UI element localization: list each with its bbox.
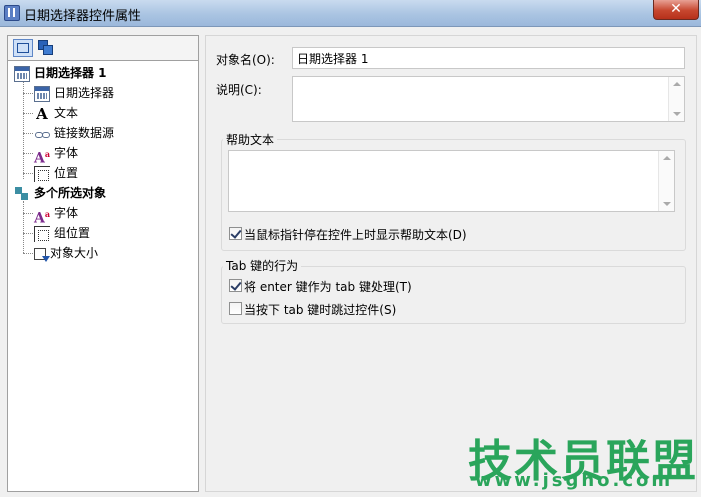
scroll-down-icon[interactable] [673,112,681,116]
tree-toolbar [8,36,198,61]
tree-item-multi-select[interactable]: 多个所选对象 [14,183,106,203]
multi-select-icon [14,186,30,202]
help-group-title: 帮助文本 [223,131,278,148]
description-label: 说明(C): [216,83,262,97]
tree-connector [23,133,33,134]
title-bar: 日期选择器控件属性 ✕ [0,0,701,27]
tree-item-label: 字体 [54,206,79,220]
tree-connector [23,173,33,174]
tree-item-label: 日期选择器 [54,86,115,100]
scroll-down-icon[interactable] [663,202,671,206]
description-textarea[interactable] [292,76,685,122]
object-name-label: 对象名(O): [216,53,275,67]
tree-item-label: 链接数据源 [54,126,115,140]
tree-item-datepicker-1[interactable]: 日期选择器 1 [14,63,107,83]
tree-item-link-datasource[interactable]: 链接数据源 [34,123,114,143]
show-help-checkbox[interactable] [229,227,242,240]
tree-item-group-position[interactable]: 组位置 [34,223,90,243]
list-view-button[interactable] [36,39,54,55]
tree-panel: 日期选择器 1 日期选择器 A 文本 链接数据源 Aa 字体 位置 多个所选对象 A… [7,35,199,492]
tree-connector [23,253,33,254]
tab-group-title: Tab 键的行为 [223,257,302,274]
watermark-url: www.jsgho.com [475,470,674,491]
link-icon [34,126,50,142]
window-title: 日期选择器控件属性 [24,9,142,24]
help-text-textarea[interactable] [228,150,675,212]
position-icon [34,225,50,242]
help-text-scrollbar[interactable] [658,151,674,211]
enter-as-tab-checkbox[interactable] [229,279,242,292]
tree-item-label: 文本 [54,106,79,120]
tree-connector [23,201,24,253]
tree-view-icon [17,43,29,53]
tree-item-label: 多个所选对象 [34,186,107,200]
tree-connector [23,93,33,94]
tree-connector [23,113,33,114]
tree-connector [23,79,24,179]
font-icon: Aa [34,208,51,227]
close-button[interactable]: ✕ [653,0,699,20]
description-scrollbar[interactable] [668,77,684,121]
app-icon [4,5,20,21]
tree-item-datepicker[interactable]: 日期选择器 [34,83,114,103]
skip-on-tab-label[interactable]: 当按下 tab 键时跳过控件(S) [244,301,396,318]
tree-item-object-size[interactable]: 对象大小 [34,243,98,263]
tree-item-label: 位置 [54,166,79,180]
list-view-icon-back [43,45,53,55]
show-help-label[interactable]: 当鼠标指针停在控件上时显示帮助文本(D) [244,226,467,243]
tree-connector [23,213,33,214]
tree-item-position[interactable]: 位置 [34,163,78,183]
tree-item-font[interactable]: Aa 字体 [34,143,79,167]
tree-connector [23,153,33,154]
tree-item-text[interactable]: A 文本 [34,103,78,123]
tree-item-label: 组位置 [54,226,91,240]
properties-panel: 对象名(O): 日期选择器 1 说明(C): 帮助文本 当鼠标指针停在控件上时显… [205,35,697,492]
tree-view-button[interactable] [13,39,33,57]
tree-item-label: 日期选择器 1 [34,66,107,80]
size-icon [34,247,50,262]
tree-item-label: 对象大小 [50,246,99,260]
enter-as-tab-label[interactable]: 将 enter 键作为 tab 键处理(T) [244,278,412,295]
object-name-input[interactable]: 日期选择器 1 [292,47,685,69]
position-icon [34,165,50,182]
scroll-up-icon[interactable] [663,156,671,160]
tree-item-font-multi[interactable]: Aa 字体 [34,203,79,227]
skip-on-tab-checkbox[interactable] [229,302,242,315]
font-icon: Aa [34,148,51,167]
calendar-icon [14,65,30,82]
tree-item-label: 字体 [54,146,79,160]
scroll-up-icon[interactable] [673,82,681,86]
text-a-icon: A [36,104,48,123]
calendar-icon [34,85,50,102]
tree-connector [23,233,33,234]
